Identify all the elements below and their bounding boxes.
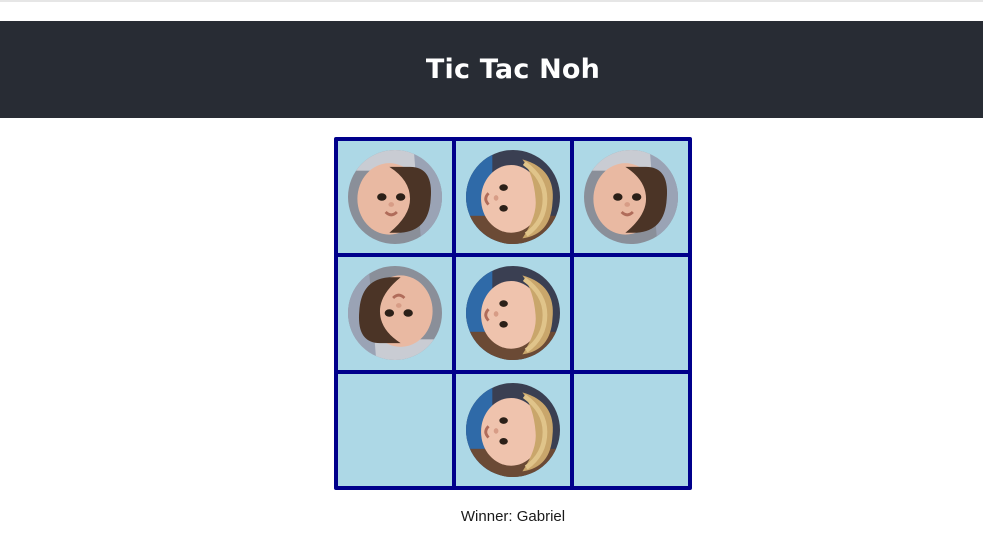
board-cell-r1c2[interactable] [456, 141, 570, 254]
board-cell-r2c3[interactable] [574, 257, 688, 370]
player-a-token [584, 150, 678, 245]
player-b-token [466, 266, 560, 360]
player-a-token [348, 150, 442, 245]
page-title: Tic Tac Noh [425, 54, 601, 85]
player-b-token [466, 383, 560, 477]
player-a-token [348, 266, 442, 361]
player-b-token [466, 150, 560, 244]
board-cell-r2c2[interactable] [456, 257, 570, 370]
board-cell-r2c1[interactable] [338, 257, 452, 370]
board-cell-r1c1[interactable] [338, 141, 452, 254]
board-cell-r1c3[interactable] [574, 141, 688, 254]
board-cell-r3c3[interactable] [574, 373, 688, 486]
top-divider [0, 0, 983, 2]
winner-status: Winner: Gabriel [460, 508, 566, 525]
board-cell-r3c2[interactable] [456, 373, 570, 486]
game-board [334, 137, 692, 490]
board-cell-r3c1[interactable] [338, 373, 452, 486]
app-header: Tic Tac Noh [0, 21, 983, 118]
